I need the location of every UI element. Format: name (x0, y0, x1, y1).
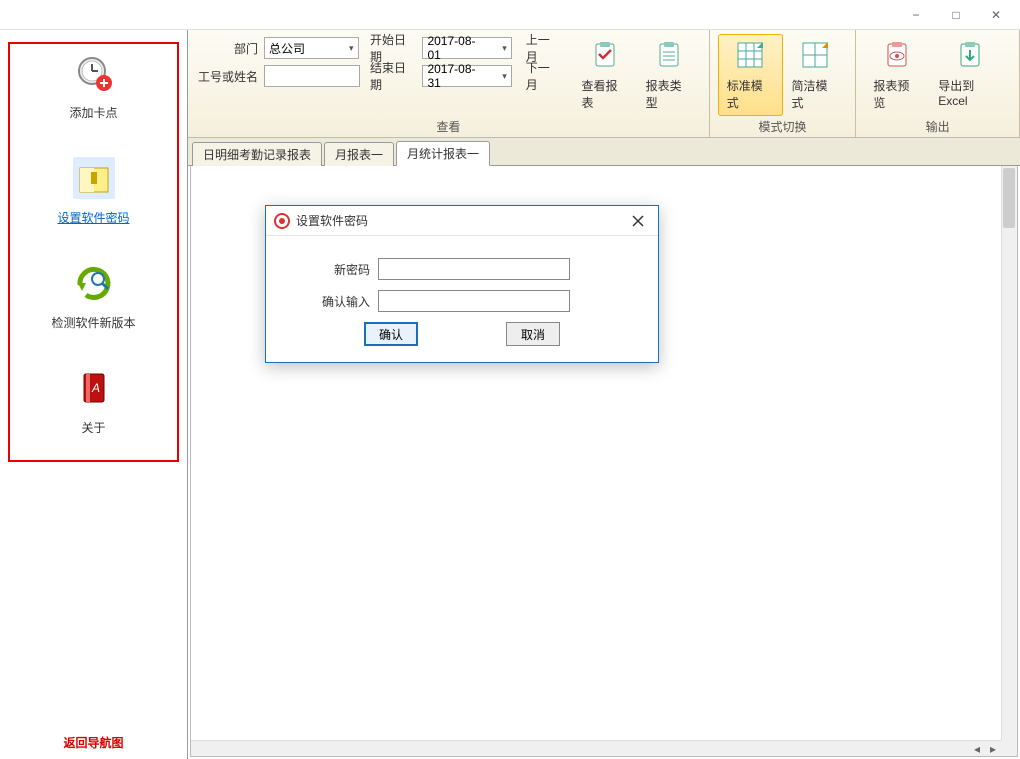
chevron-down-icon: ▾ (502, 71, 507, 82)
report-preview-label: 报表预览 (873, 77, 920, 111)
view-report-button[interactable]: 查看报表 (572, 34, 636, 116)
close-button[interactable]: ✕ (976, 4, 1016, 26)
chevron-down-icon: ▾ (502, 43, 507, 54)
close-icon: ✕ (991, 8, 1001, 22)
dept-label: 部门 (196, 40, 258, 57)
clipboard-check-icon (589, 39, 621, 71)
end-date-label: 结束日期 (370, 59, 416, 93)
tab-daily-detail[interactable]: 日明细考勤记录报表 (192, 142, 322, 166)
minimize-button[interactable]: − (896, 4, 936, 26)
return-nav-button[interactable]: 返回导航图 (0, 726, 187, 759)
dialog-title: 设置软件密码 (296, 212, 626, 229)
new-password-input[interactable] (378, 258, 570, 280)
dialog-body: 新密码 确认输入 确认 取消 (266, 236, 658, 362)
scroll-right-icon[interactable]: ▸ (985, 741, 1001, 757)
chevron-down-icon: ▾ (349, 43, 354, 54)
idname-input[interactable] (264, 65, 360, 87)
content: 部门 总公司 ▾ 工号或姓名 开始日期 (188, 30, 1020, 759)
standard-mode-button[interactable]: 标准模式 (718, 34, 783, 116)
confirm-password-label: 确认输入 (288, 293, 378, 310)
box-key-icon (73, 157, 115, 199)
tab-monthly-stats-1[interactable]: 月统计报表一 (396, 141, 490, 166)
tab-monthly-1[interactable]: 月报表一 (324, 142, 394, 166)
clipboard-export-icon (954, 39, 986, 71)
sidebar-item-label: 关于 (81, 419, 105, 436)
titlebar: − □ ✕ (0, 0, 1020, 30)
report-tabs: 日明细考勤记录报表 月报表一 月统计报表一 (188, 138, 1020, 166)
start-date-picker[interactable]: 2017-08-01 ▾ (422, 37, 511, 59)
end-date-picker[interactable]: 2017-08-31 ▾ (422, 65, 511, 87)
maximize-icon: □ (952, 8, 959, 22)
dept-select[interactable]: 总公司 ▾ (264, 37, 359, 59)
standard-mode-label: 标准模式 (727, 77, 774, 111)
new-password-label: 新密码 (288, 261, 378, 278)
sidebar-inner: 添加卡点 设置软件密码 检测软件新版本 A (0, 30, 187, 726)
simple-mode-label: 简洁模式 (792, 77, 839, 111)
end-date-value: 2017-08-31 (427, 62, 486, 90)
sidebar-highlight-box: 添加卡点 设置软件密码 检测软件新版本 A (8, 42, 179, 462)
set-password-dialog: 设置软件密码 新密码 确认输入 确认 取消 (265, 205, 659, 363)
svg-text:A: A (90, 381, 99, 395)
idname-label: 工号或姓名 (196, 68, 258, 85)
ribbon-group-output-title: 输出 (864, 116, 1011, 135)
app-icon (274, 213, 290, 229)
sidebar-item-about[interactable]: A 关于 (12, 367, 175, 436)
confirm-password-input[interactable] (378, 290, 570, 312)
start-date-value: 2017-08-01 (427, 34, 486, 62)
dialog-close-button[interactable] (626, 211, 650, 231)
ribbon-group-mode-title: 模式切换 (718, 116, 848, 135)
next-month-button[interactable]: 下一月 (522, 59, 565, 93)
ribbon-group-view-title: 查看 (196, 116, 701, 135)
ribbon: 部门 总公司 ▾ 工号或姓名 开始日期 (188, 30, 1020, 138)
book-icon: A (73, 367, 115, 409)
sidebar-item-label: 检测软件新版本 (51, 314, 135, 331)
report-type-button[interactable]: 报表类型 (637, 34, 701, 116)
grid-green-icon (734, 39, 766, 71)
ribbon-group-view: 部门 总公司 ▾ 工号或姓名 开始日期 (188, 30, 710, 137)
scroll-left-icon[interactable]: ◂ (969, 741, 985, 757)
grid-orange-icon (799, 39, 831, 71)
minimize-icon: − (912, 8, 919, 22)
report-preview-button[interactable]: 报表预览 (864, 34, 929, 116)
clipboard-list-icon (653, 39, 685, 71)
clipboard-eye-icon (881, 39, 913, 71)
dept-value: 总公司 (269, 40, 305, 57)
ribbon-group-output: 报表预览 导出到Excel 输出 (856, 30, 1020, 137)
sidebar-item-add-card-point[interactable]: 添加卡点 (12, 52, 175, 121)
scrollbar-corner (1001, 740, 1017, 756)
sidebar-item-set-password[interactable]: 设置软件密码 (12, 157, 175, 226)
refresh-search-icon (73, 262, 115, 304)
sidebar-item-check-update[interactable]: 检测软件新版本 (12, 262, 175, 331)
main: 添加卡点 设置软件密码 检测软件新版本 A (0, 30, 1020, 759)
close-icon (632, 215, 644, 227)
report-type-label: 报表类型 (646, 77, 692, 111)
sidebar-item-label: 设置软件密码 (57, 209, 129, 226)
vertical-scrollbar[interactable] (1001, 166, 1017, 740)
export-excel-label: 导出到Excel (938, 77, 1002, 108)
horizontal-scrollbar[interactable]: ◂ ▸ (191, 740, 1001, 756)
dialog-titlebar[interactable]: 设置软件密码 (266, 206, 658, 236)
view-report-label: 查看报表 (581, 77, 627, 111)
sidebar: 添加卡点 设置软件密码 检测软件新版本 A (0, 30, 188, 759)
clock-plus-icon (73, 52, 115, 94)
simple-mode-button[interactable]: 简洁模式 (783, 34, 848, 116)
sidebar-item-label: 添加卡点 (69, 104, 117, 121)
maximize-button[interactable]: □ (936, 4, 976, 26)
scrollbar-thumb[interactable] (1003, 168, 1015, 228)
dialog-ok-button[interactable]: 确认 (364, 322, 418, 346)
ribbon-group-mode: 标准模式 简洁模式 模式切换 (710, 30, 857, 137)
export-excel-button[interactable]: 导出到Excel (929, 34, 1011, 116)
dialog-cancel-button[interactable]: 取消 (506, 322, 560, 346)
